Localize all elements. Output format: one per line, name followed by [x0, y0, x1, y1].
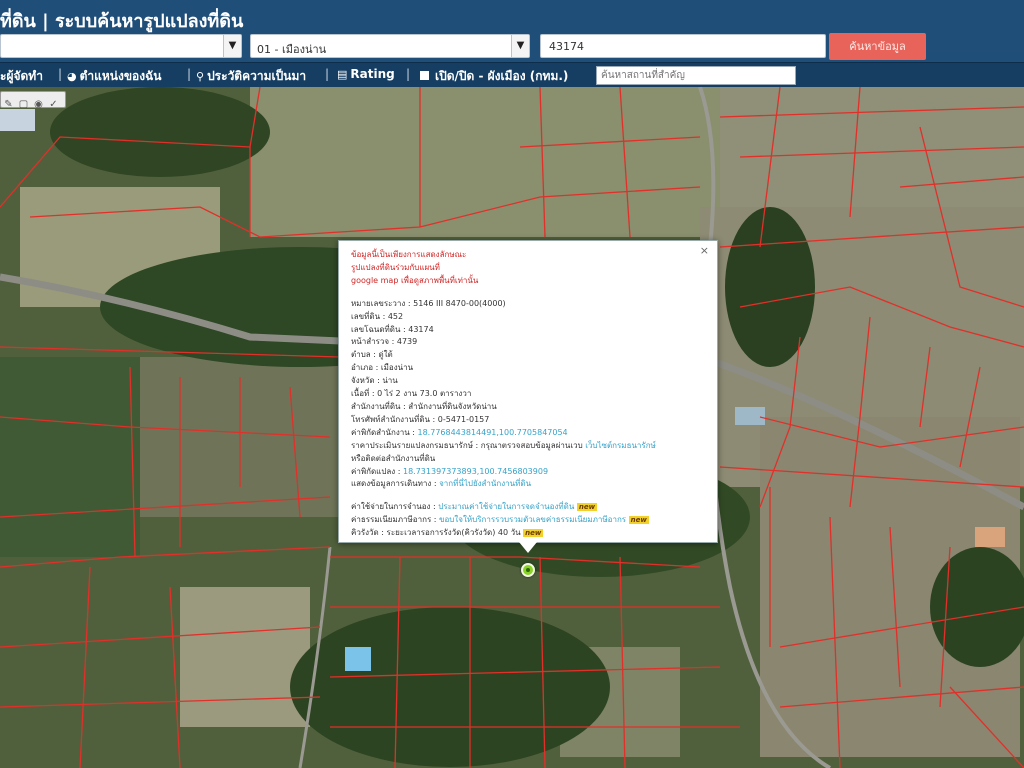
location-icon: ◕: [67, 70, 77, 83]
draw-icon[interactable]: ✎: [1, 97, 16, 112]
place-search-input[interactable]: [596, 66, 796, 85]
survey-queue-text: คิวรังวัด : ระยะเวลารอการรังวัด(คิวรังวั…: [351, 528, 521, 538]
toolbar-item-history-label: ประวัติความเป็นมา: [207, 69, 307, 83]
appraisal-row: ราคาประเมินรายแปลงกรมธนารักษ์ : กรุณาตรว…: [351, 440, 705, 453]
tax-fee-row: ค่าธรรมเนียมภาษีอากร : ขอบใจให้บริการรวบ…: [351, 514, 705, 527]
land-office: สำนักงานที่ดิน : สำนักงานที่ดินจังหวัดน่…: [351, 401, 497, 411]
map-tools-panel: ✎ ▢ ◉ ✓: [0, 91, 66, 110]
office-coordinates-label: ค่าพิกัดสำนักงาน :: [351, 427, 418, 437]
route-link[interactable]: จากที่นี่ไปยังสำนักงานที่ดิน: [439, 479, 531, 488]
toolbar-item-toggle-label: เปิด/ปิด - ผังเมือง (กทม.): [435, 69, 569, 83]
toolbar: ะผู้จัดทำ | ◕ ตำแหน่งของฉัน | ⚲ ประวัติควา…: [0, 62, 1024, 87]
rating-icon: ▤: [337, 68, 348, 81]
search-button[interactable]: ค้นหาข้อมูล: [829, 33, 926, 60]
deed-number: เลขโฉนดที่ดิน : 43174: [351, 324, 434, 334]
toolbar-item-location-label: ตำแหน่งของฉัน: [79, 69, 162, 83]
toggle-square-icon: [420, 71, 429, 80]
office-coordinates-link[interactable]: 18.7768443814491,100.7705847054: [418, 428, 568, 437]
parcel-info-popup: × ข้อมูลนี้เป็นเพียงการแสดงลักษณะ รูปแปล…: [338, 240, 718, 543]
tax-fee-link[interactable]: ขอบใจให้บริการรวบรวมตัวเลขค่าธรรมเนียมภา…: [439, 515, 626, 524]
district-select-value: 01 - เมืองน่าน: [257, 43, 327, 56]
popup-warning-line: google map เพื่อดูสภาพพื้นที่เท่านั้น: [351, 275, 479, 285]
new-badge: new: [576, 503, 598, 512]
map-sheet-number: หมายเลขระวาง : 5146 III 8470-00(4000): [351, 298, 506, 308]
parcel-coordinates-link[interactable]: 18.731397373893,100.7456803909: [403, 467, 548, 476]
check-icon[interactable]: ✓: [46, 97, 61, 112]
dropdown-arrow-icon[interactable]: ▼: [511, 35, 529, 57]
land-area: เนื้อที่ : 0 ไร่ 2 งาน 73.0 ตารางวา: [351, 389, 472, 399]
marker-tool-icon[interactable]: ◉: [31, 97, 46, 112]
popup-pointer: [519, 542, 537, 553]
province: จังหวัด : น่าน: [351, 376, 398, 386]
toolbar-item-history[interactable]: ⚲ ประวัติความเป็นมา: [196, 67, 306, 86]
header-bar: ที่ดิน | ระบบค้นหารูปแปลงที่ดิน ▼ 01 - เ…: [0, 0, 1024, 62]
parcel-coordinates-row: ค่าพิกัดแปลง : 18.731397373893,100.74568…: [351, 466, 705, 479]
office-coordinates-row: ค่าพิกัดสำนักงาน : 18.7768443814491,100.…: [351, 427, 705, 440]
new-badge: new: [523, 529, 544, 538]
close-icon[interactable]: ×: [700, 244, 709, 258]
office-phone: โทรศัพท์สำนักงานที่ดิน : 0-5471-0157: [351, 414, 490, 424]
map-marker-icon[interactable]: [521, 563, 535, 577]
tax-fee-label: ค่าธรรมเนียมภาษีอากร :: [351, 515, 440, 525]
subdistrict: ตำบล : ดู่ใต้: [351, 350, 393, 360]
app-title: ที่ดิน | ระบบค้นหารูปแปลงที่ดิน: [0, 11, 244, 32]
survey-queue-row: คิวรังวัด : ระยะเวลารอการรังวัด(คิวรังวั…: [351, 527, 705, 540]
mortgage-fee-row: ค่าใช้จ่ายในการจำนอง : ประมาณค่าใช้จ่ายใ…: [351, 501, 705, 514]
toolbar-item-manager[interactable]: ะผู้จัดทำ: [0, 67, 43, 86]
land-number: เลขที่ดิน : 452: [351, 311, 404, 321]
route-row: แสดงข้อมูลการเดินทาง : จากที่นี่ไปยังสำน…: [351, 478, 705, 491]
district: อำเภอ : เมืองน่าน: [351, 363, 414, 373]
toolbar-item-toggle-cityplan[interactable]: เปิด/ปิด - ผังเมือง (กทม.): [420, 67, 568, 86]
toolbar-item-location[interactable]: ◕ ตำแหน่งของฉัน: [67, 67, 162, 86]
parcel-number-input[interactable]: 43174: [540, 34, 826, 58]
toolbar-separator: |: [187, 67, 192, 81]
dropdown-arrow-icon[interactable]: ▼: [223, 35, 241, 57]
appraisal-label: ราคาประเมินรายแปลงกรมธนารักษ์ : กรุณาตรว…: [351, 440, 586, 450]
district-select[interactable]: 01 - เมืองน่าน ▼: [250, 34, 530, 58]
mortgage-fee-label: ค่าใช้จ่ายในการจำนอง :: [351, 502, 439, 512]
province-select[interactable]: ▼: [0, 34, 242, 58]
appraisal-link[interactable]: เว็บไซต์กรมธนารักษ์: [585, 441, 656, 450]
popup-warning-line: ข้อมูลนี้เป็นเพียงการแสดงลักษณะ: [351, 250, 467, 259]
toolbar-separator: |: [325, 67, 330, 81]
history-icon: ⚲: [196, 70, 205, 83]
toolbar-item-rating-label: Rating: [350, 67, 395, 81]
mortgage-fee-link[interactable]: ประมาณค่าใช้จ่ายในการจดจำนองที่ดิน: [438, 502, 574, 511]
shape-icon[interactable]: ▢: [16, 97, 31, 112]
app-window: ที่ดิน | ระบบค้นหารูปแปลงที่ดิน ▼ 01 - เ…: [0, 0, 1024, 768]
popup-warning-line: รูปแปลงที่ดินร่วมกับแผนที่: [351, 262, 440, 272]
appraisal-tail: หรือติดต่อสำนักงานที่ดิน: [351, 453, 436, 463]
survey-page: หน้าสำรวจ : 4739: [351, 337, 418, 347]
toolbar-item-rating[interactable]: ▤ Rating: [337, 67, 395, 81]
route-label: แสดงข้อมูลการเดินทาง :: [351, 479, 440, 489]
toolbar-separator: |: [406, 67, 411, 81]
new-badge: new: [628, 516, 649, 525]
toolbar-separator: |: [58, 67, 63, 81]
parcel-coordinates-label: ค่าพิกัดแปลง :: [351, 466, 403, 476]
